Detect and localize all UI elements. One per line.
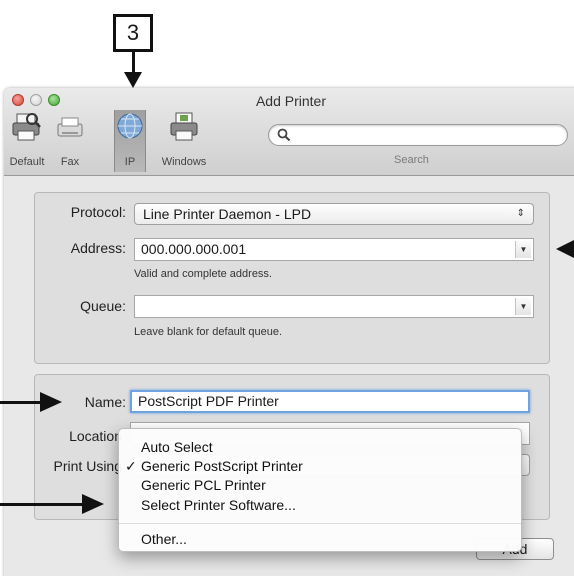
queue-field[interactable]: ▼	[134, 295, 534, 318]
menu-separator	[119, 523, 521, 524]
callout-arrow-down-head	[124, 72, 142, 88]
window-title: Add Printer	[255, 93, 327, 109]
fax-icon	[57, 117, 83, 137]
menu-item-auto-select[interactable]: Auto Select	[119, 437, 521, 457]
toolbar-fax[interactable]: Fax	[50, 110, 90, 172]
annotation-arrow-name	[0, 401, 42, 404]
protocol-select[interactable]: Line Printer Daemon - LPD ⇕	[134, 203, 534, 225]
protocol-select-value: Line Printer Daemon - LPD	[143, 206, 312, 222]
checkmark-icon: ✓	[125, 458, 137, 474]
menu-item-label: Select Printer Software...	[141, 497, 296, 513]
print-using-menu: Auto Select ✓ Generic PostScript Printer…	[118, 428, 522, 552]
toolbar-ip-label: IP	[124, 156, 136, 168]
address-value: 000.000.000.001	[141, 241, 247, 257]
menu-item-label: Generic PCL Printer	[141, 477, 266, 493]
search-icon	[277, 128, 291, 142]
select-arrows-icon: ⇕	[516, 208, 525, 219]
callout-number: 3	[126, 20, 140, 45]
annotation-arrow-select-software-head	[82, 494, 104, 514]
printer-default-icon	[12, 113, 41, 141]
queue-hint: Leave blank for default queue.	[134, 326, 283, 338]
title-bar: Add Printer Default Fax IP Windows Searc…	[4, 88, 574, 176]
globe-icon	[117, 113, 143, 139]
chevron-down-icon[interactable]: ▼	[515, 241, 531, 258]
toolbar-windows-label: Windows	[161, 156, 207, 168]
annotation-arrow-name-head	[40, 392, 62, 412]
name-field[interactable]: PostScript PDF Printer	[130, 390, 530, 413]
toolbar-ip[interactable]: IP	[114, 110, 146, 172]
address-hint: Valid and complete address.	[134, 268, 272, 280]
chevron-down-icon[interactable]: ▼	[515, 298, 531, 315]
address-label: Address:	[70, 240, 126, 256]
callout-arrow-down	[132, 52, 135, 74]
location-label: Location	[69, 428, 122, 444]
name-value: PostScript PDF Printer	[138, 393, 279, 409]
menu-item-generic-pcl[interactable]: Generic PCL Printer	[119, 475, 521, 495]
toolbar-fax-label: Fax	[60, 156, 80, 168]
annotation-arrow-address-head	[556, 240, 574, 258]
menu-item-select-printer-software[interactable]: Select Printer Software...	[119, 495, 521, 515]
address-field[interactable]: 000.000.000.001 ▼	[134, 238, 534, 261]
queue-label: Queue:	[80, 298, 126, 314]
print-using-label: Print Using	[53, 458, 122, 474]
menu-item-label: Generic PostScript Printer	[141, 458, 303, 474]
menu-item-label: Other...	[141, 531, 187, 547]
menu-item-generic-postscript[interactable]: ✓ Generic PostScript Printer	[119, 456, 521, 476]
toolbar-windows[interactable]: Windows	[154, 110, 214, 172]
windows-printer-icon	[170, 112, 198, 141]
search-label: Search	[394, 154, 429, 166]
menu-item-label: Auto Select	[141, 439, 213, 455]
search-input[interactable]	[268, 124, 568, 146]
callout-number-box: 3	[113, 14, 153, 52]
menu-item-other[interactable]: Other...	[119, 529, 521, 549]
annotation-arrow-select-software	[0, 503, 84, 506]
protocol-label: Protocol:	[70, 204, 126, 220]
toolbar-default-label: Default	[9, 156, 45, 168]
toolbar-default[interactable]: Default	[4, 110, 50, 172]
